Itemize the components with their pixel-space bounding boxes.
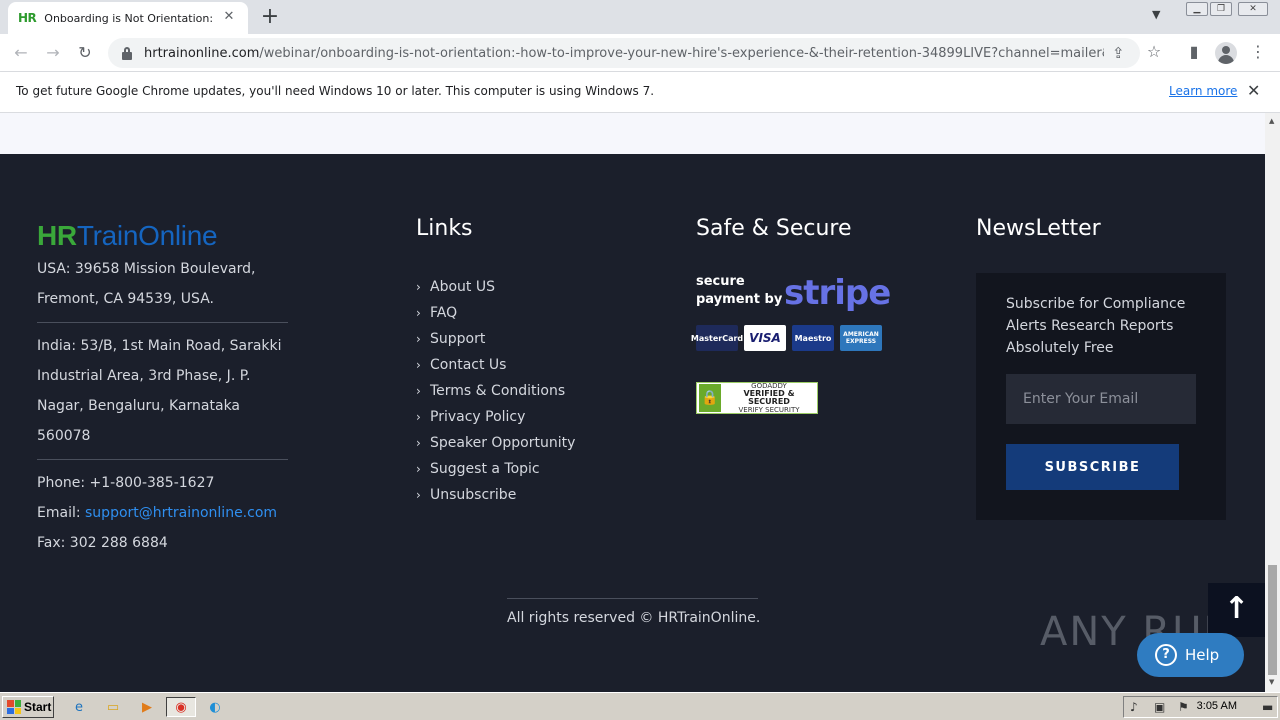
copyright-text: All rights reserved © HRTrainOnline.	[507, 610, 761, 626]
stripe-logo: stripe	[784, 273, 891, 313]
page-scrollbar[interactable]: ▲ ▼	[1265, 113, 1280, 692]
chevron-right-icon: ›	[416, 488, 421, 502]
help-button[interactable]: ? Help	[1137, 633, 1244, 677]
tab-active[interactable]: HR Onboarding is Not Orientation: How ✕	[8, 2, 248, 34]
email-line: Email: support@hrtrainonline.com	[37, 505, 278, 521]
link-support[interactable]: › Support	[416, 326, 575, 352]
flag-icon[interactable]: ⚑	[1178, 700, 1189, 714]
tab-title: Onboarding is Not Orientation: How	[44, 11, 216, 25]
fax-number: Fax: 302 288 6884	[37, 535, 168, 551]
newsletter-description: Subscribe for Compliance Alerts Research…	[1006, 296, 1186, 356]
contact-divider	[37, 459, 288, 460]
site-logo[interactable]: HRTrainOnline	[37, 220, 218, 252]
arrow-up-icon: ↑	[1223, 591, 1250, 626]
address-divider	[37, 322, 288, 323]
volume-icon[interactable]: ♪	[1130, 700, 1138, 714]
question-icon: ?	[1155, 644, 1177, 666]
content-section-bottom	[0, 113, 1265, 154]
page-viewport: HRTrainOnline USA: 39658 Mission Bouleva…	[0, 113, 1265, 692]
link-privacy-policy[interactable]: › Privacy Policy	[416, 404, 575, 430]
menu-kebab-icon[interactable]: ⋮	[1247, 42, 1269, 61]
link-about-us[interactable]: › About US	[416, 274, 575, 300]
window-close-button[interactable]: ✕	[1238, 2, 1268, 16]
minimize-button[interactable]: ▁	[1186, 2, 1208, 16]
stripe-badge: secure payment by stripe MasterCard VISA…	[691, 273, 891, 351]
update-infobar: To get future Google Chrome updates, you…	[0, 72, 1280, 113]
restore-button[interactable]: ❐	[1210, 2, 1232, 16]
link-contact-us[interactable]: › Contact Us	[416, 352, 575, 378]
site-footer: HRTrainOnline USA: 39658 Mission Bouleva…	[0, 154, 1265, 692]
infobar-close-icon[interactable]: ✕	[1247, 81, 1260, 100]
tab-close-icon[interactable]: ✕	[220, 9, 238, 24]
maestro-icon: Maestro	[792, 325, 834, 351]
media-player-icon[interactable]: ▶	[136, 697, 158, 717]
bookmark-star-icon[interactable]: ☆	[1143, 42, 1165, 61]
learn-more-link[interactable]: Learn more	[1169, 84, 1237, 98]
chevron-right-icon: ›	[416, 306, 421, 320]
phone-number: Phone: +1-800-385-1627	[37, 475, 215, 491]
chrome-taskbar-icon[interactable]: ◉	[166, 697, 196, 717]
padlock-icon: 🔒	[699, 384, 721, 412]
chevron-right-icon: ›	[416, 410, 421, 424]
footer-links-list: › About US › FAQ › Support › Contact Us › Ter…	[416, 274, 575, 508]
chevron-right-icon: ›	[416, 280, 421, 294]
visa-icon: VISA	[744, 325, 786, 351]
link-terms[interactable]: › Terms & Conditions	[416, 378, 575, 404]
start-button[interactable]: Start	[2, 696, 54, 718]
network-icon[interactable]: ▣	[1154, 700, 1165, 714]
link-unsubscribe[interactable]: › Unsubscribe	[416, 482, 575, 508]
link-suggest-topic[interactable]: › Suggest a Topic	[416, 456, 575, 482]
address-bar[interactable]: hrtrainonline.com/webinar/onboarding-is-…	[108, 38, 1140, 68]
newsletter-email-input[interactable]	[1006, 374, 1196, 424]
ie-icon[interactable]: e	[68, 697, 90, 717]
tab-search-icon[interactable]: ▼	[1152, 8, 1160, 21]
url-text[interactable]: hrtrainonline.com/webinar/onboarding-is-…	[144, 46, 1104, 61]
profile-avatar-icon[interactable]	[1215, 42, 1237, 64]
support-email-link[interactable]: support@hrtrainonline.com	[85, 505, 277, 521]
secure-heading: Safe & Secure	[696, 216, 852, 241]
card-logos: MasterCard VISA Maestro AMERICAN EXPRESS	[691, 325, 882, 351]
newsletter-box: Subscribe for Compliance Alerts Research…	[976, 273, 1226, 520]
system-tray: ♪ ▣ ⚑ 3:05 AM ▬	[1123, 696, 1278, 718]
forward-arrow-icon[interactable]: →	[40, 40, 66, 66]
chevron-right-icon: ›	[416, 384, 421, 398]
new-tab-button[interactable]: +	[258, 4, 282, 30]
usa-address: USA: 39658 Mission Boulevard, Fremont, C…	[37, 261, 256, 307]
chevron-right-icon: ›	[416, 462, 421, 476]
back-arrow-icon[interactable]: ←	[8, 40, 34, 66]
edge-icon[interactable]: ◐	[204, 697, 226, 717]
share-icon[interactable]: ⇪	[1112, 44, 1125, 62]
side-panel-icon[interactable]: ▮	[1183, 42, 1205, 61]
windows-logo-icon	[7, 700, 21, 714]
folder-icon[interactable]: ▭	[102, 697, 124, 717]
lock-icon[interactable]	[120, 46, 134, 60]
subscribe-button[interactable]: SUBSCRIBE	[1006, 444, 1179, 490]
mastercard-icon: MasterCard	[691, 325, 743, 351]
link-faq[interactable]: › FAQ	[416, 300, 575, 326]
scroll-to-top-button[interactable]: ↑	[1208, 583, 1265, 637]
clock[interactable]: 3:05 AM	[1197, 700, 1237, 712]
tab-favicon-icon: HR	[18, 11, 37, 25]
tab-strip: HR Onboarding is Not Orientation: How ✕ …	[0, 0, 1280, 34]
scroll-down-icon[interactable]: ▼	[1269, 678, 1274, 686]
godaddy-seal[interactable]: 🔒 GODADDY VERIFIED & SECURED VERIFY SECU…	[696, 382, 818, 414]
scroll-up-icon[interactable]: ▲	[1269, 117, 1274, 125]
copyright-divider	[507, 598, 758, 599]
windows-taskbar: Start e ▭ ▶ ◉ ◐ ♪ ▣ ⚑ 3:05 AM ▬	[0, 692, 1280, 720]
reload-icon[interactable]: ↻	[72, 40, 98, 66]
infobar-message: To get future Google Chrome updates, you…	[16, 84, 655, 98]
amex-icon: AMERICAN EXPRESS	[840, 325, 882, 351]
chevron-right-icon: ›	[416, 332, 421, 346]
chevron-right-icon: ›	[416, 436, 421, 450]
link-speaker-opportunity[interactable]: › Speaker Opportunity	[416, 430, 575, 456]
chevron-right-icon: ›	[416, 358, 421, 372]
browser-toolbar: ← → ↻ hrtrainonline.com/webinar/onboardi…	[0, 34, 1280, 72]
scrollbar-thumb[interactable]	[1268, 565, 1277, 675]
show-desktop-icon[interactable]: ▬	[1262, 700, 1273, 714]
india-address: India: 53/B, 1st Main Road, Sarakki Indu…	[37, 338, 282, 444]
links-heading: Links	[416, 216, 473, 241]
newsletter-heading: NewsLetter	[976, 216, 1101, 241]
